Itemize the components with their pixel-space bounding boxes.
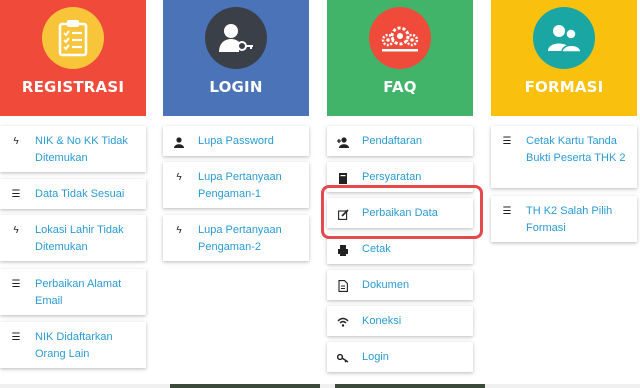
header-title: FORMASI bbox=[524, 78, 604, 96]
clipboard-checklist-icon bbox=[58, 20, 88, 57]
document-icon bbox=[337, 279, 349, 293]
header-registrasi[interactable]: REGISTRASI bbox=[0, 0, 146, 116]
list-lines-icon: ☰ bbox=[11, 279, 21, 290]
faq-link[interactable]: Cetak Kartu Tanda Bukti Peserta THK 2 bbox=[526, 133, 631, 167]
header-formasi[interactable]: FORMASI bbox=[491, 0, 637, 116]
faq-link[interactable]: Perbaikan Data bbox=[362, 205, 467, 222]
faq-link[interactable]: NIK Didaftarkan Orang Lain bbox=[35, 329, 140, 363]
column-login: LOGIN Lupa Password ϟ Lupa Pertanyaan Pe… bbox=[163, 0, 309, 261]
faq-card[interactable]: ϟ NIK & No KK Tidak Ditemukan bbox=[0, 126, 146, 172]
list-lines-icon: ☰ bbox=[11, 332, 21, 343]
column-faq: FAQ Pendaftaran Persyaratan Perbaikan Da… bbox=[327, 0, 473, 372]
faq-card[interactable]: Login bbox=[327, 342, 473, 372]
header-faq[interactable]: FAQ bbox=[327, 0, 473, 116]
faq-link[interactable]: Koneksi bbox=[362, 313, 467, 330]
key-icon bbox=[336, 351, 349, 365]
bottom-scroll-strip[interactable] bbox=[0, 384, 640, 388]
users-icon bbox=[548, 25, 582, 53]
faq-card[interactable]: Persyaratan bbox=[327, 162, 473, 192]
faq-link[interactable]: NIK & No KK Tidak Ditemukan bbox=[35, 133, 140, 167]
gears-icon bbox=[381, 26, 419, 52]
header-icon-circle bbox=[42, 7, 104, 69]
bolt-icon: ϟ bbox=[13, 136, 19, 147]
list-lines-icon: ☰ bbox=[502, 136, 512, 147]
faq-card[interactable]: ϟ Lupa Pertanyaan Pengaman-1 bbox=[163, 162, 309, 208]
bolt-icon: ϟ bbox=[13, 225, 19, 236]
header-icon-circle bbox=[533, 7, 595, 69]
faq-card[interactable]: ☰ NIK Didaftarkan Orang Lain bbox=[0, 322, 146, 368]
header-title: LOGIN bbox=[209, 78, 263, 96]
faq-card[interactable]: ☰ TH K2 Salah Pilih Formasi bbox=[491, 196, 637, 242]
faq-card[interactable]: Perbaikan Data bbox=[327, 198, 473, 228]
list-lines-icon: ☰ bbox=[502, 206, 512, 217]
faq-link[interactable]: TH K2 Salah Pilih Formasi bbox=[526, 203, 631, 237]
faq-card[interactable]: ☰ Data Tidak Sesuai bbox=[0, 179, 146, 209]
bolt-icon: ϟ bbox=[176, 172, 182, 183]
column-registrasi: REGISTRASI ϟ NIK & No KK Tidak Ditemukan… bbox=[0, 0, 146, 368]
faq-card[interactable]: Pendaftaran bbox=[327, 126, 473, 156]
faq-card[interactable]: ☰ Perbaikan Alamat Email bbox=[0, 269, 146, 315]
faq-link[interactable]: Lokasi Lahir Tidak Ditemukan bbox=[35, 222, 140, 256]
bolt-icon: ϟ bbox=[176, 225, 182, 236]
faq-link[interactable]: Data Tidak Sesuai bbox=[35, 186, 140, 203]
faq-card[interactable]: Lupa Password bbox=[163, 126, 309, 156]
user-key-icon bbox=[219, 24, 253, 52]
faq-link[interactable]: Pendaftaran bbox=[362, 133, 467, 150]
faq-card[interactable]: Dokumen bbox=[327, 270, 473, 300]
faq-link[interactable]: Perbaikan Alamat Email bbox=[35, 276, 140, 310]
faq-link[interactable]: Cetak bbox=[362, 241, 467, 258]
faq-card[interactable]: ☰ Cetak Kartu Tanda Bukti Peserta THK 2 bbox=[491, 126, 637, 188]
faq-link[interactable]: Persyaratan bbox=[362, 169, 467, 186]
print-icon bbox=[337, 243, 349, 257]
column-formasi: FORMASI ☰ Cetak Kartu Tanda Bukti Pesert… bbox=[491, 0, 637, 242]
header-icon-circle bbox=[205, 7, 267, 69]
header-title: REGISTRASI bbox=[21, 78, 125, 96]
header-login[interactable]: LOGIN bbox=[163, 0, 309, 116]
edit-icon bbox=[337, 207, 349, 221]
faq-card[interactable]: ϟ Lokasi Lahir Tidak Ditemukan bbox=[0, 215, 146, 261]
faq-card[interactable]: Cetak bbox=[327, 234, 473, 264]
header-icon-circle bbox=[369, 7, 431, 69]
faq-link[interactable]: Dokumen bbox=[362, 277, 467, 294]
header-title: FAQ bbox=[383, 78, 417, 96]
faq-card[interactable]: Koneksi bbox=[327, 306, 473, 336]
faq-link[interactable]: Login bbox=[362, 349, 467, 366]
faq-card[interactable]: ϟ Lupa Pertanyaan Pengaman-2 bbox=[163, 215, 309, 261]
user-icon bbox=[173, 135, 185, 149]
user-plus-icon bbox=[337, 135, 349, 149]
faq-link[interactable]: Lupa Password bbox=[198, 133, 303, 150]
list-lines-icon: ☰ bbox=[11, 189, 21, 200]
book-icon bbox=[337, 171, 349, 185]
wifi-icon bbox=[337, 315, 349, 329]
faq-link[interactable]: Lupa Pertanyaan Pengaman-2 bbox=[198, 222, 303, 256]
faq-link[interactable]: Lupa Pertanyaan Pengaman-1 bbox=[198, 169, 303, 203]
